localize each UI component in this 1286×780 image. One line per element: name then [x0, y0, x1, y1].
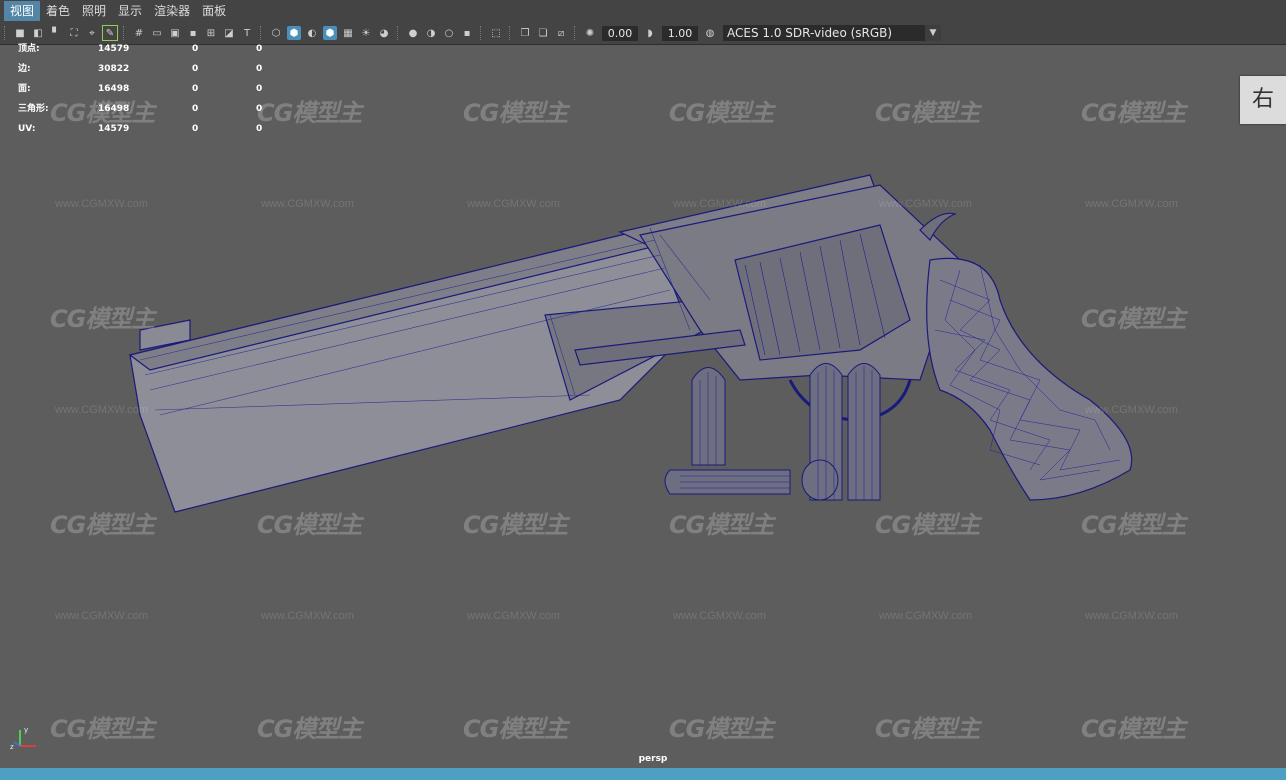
chevron-down-icon[interactable]: ▼: [925, 25, 941, 41]
watermark-logo: CG模型主: [463, 511, 568, 539]
bottom-status-bar: [0, 768, 1286, 780]
perspective-viewport[interactable]: CG模型主 CG模型主 CG模型主 CG模型主 CG模型主 CG模型主 www.…: [0, 45, 1286, 767]
watermark-url: www.CGMXW.com: [55, 610, 148, 622]
watermark-logo: CG模型主: [50, 305, 155, 333]
watermark-logo: CG模型主: [1081, 99, 1186, 127]
film-gate-icon[interactable]: ▭: [150, 26, 164, 40]
grease-pencil-icon[interactable]: ✎: [102, 25, 118, 41]
color-management-icon[interactable]: ◍: [703, 26, 717, 40]
gamma-icon[interactable]: ◗: [643, 26, 657, 40]
default-material-icon[interactable]: ◐: [305, 26, 319, 40]
watermark-url: www.CGMXW.com: [1085, 404, 1178, 416]
exposure-icon[interactable]: ✺: [583, 26, 597, 40]
watermark-url: www.CGMXW.com: [261, 198, 354, 210]
hud-row-vertices: 顶点: 14579 0 0: [18, 44, 263, 54]
watermark-logo: CG模型主: [257, 511, 362, 539]
wireframe-icon[interactable]: ⬡: [269, 26, 283, 40]
watermark-logo: CG模型主: [50, 715, 155, 743]
field-chart-icon[interactable]: ⊞: [204, 26, 218, 40]
watermark-url: www.CGMXW.com: [55, 404, 148, 416]
view-cube[interactable]: 右: [1240, 76, 1286, 124]
textured-icon[interactable]: ▦: [341, 26, 355, 40]
watermark-logo: CG模型主: [1081, 715, 1186, 743]
watermark-logo: CG模型主: [1081, 511, 1186, 539]
wireframe-on-shaded-icon[interactable]: ⬢: [323, 26, 337, 40]
use-all-lights-icon[interactable]: ☀: [359, 26, 373, 40]
isolate-select-icon[interactable]: ⬚: [489, 26, 503, 40]
watermark-url: www.CGMXW.com: [467, 610, 560, 622]
shadows-icon[interactable]: ◕: [377, 26, 391, 40]
menu-lighting[interactable]: 照明: [76, 1, 112, 21]
smooth-shade-icon[interactable]: ⬢: [287, 26, 301, 40]
watermark-logo: CG模型主: [50, 511, 155, 539]
viewport-menu-bar: 视图 着色 照明 显示 渲染器 面板: [0, 0, 1286, 23]
gamma-field[interactable]: 1.00: [662, 25, 698, 41]
xray-joints-icon[interactable]: ⧄: [554, 26, 568, 40]
watermark-url: www.CGMXW.com: [55, 198, 148, 210]
menu-view[interactable]: 视图: [4, 1, 41, 21]
resolution-gate-icon[interactable]: ▣: [168, 26, 182, 40]
watermark-logo: CG模型主: [1081, 305, 1186, 333]
watermark-url: www.CGMXW.com: [879, 198, 972, 210]
watermark-logo: CG模型主: [669, 511, 774, 539]
xray-active-components-icon[interactable]: ❏: [536, 26, 550, 40]
viewport-toolbar: ■ ◧ ▘ ⛶ ⌖ ✎ # ▭ ▣ ▪ ⊞ ◪ T ⬡ ⬢ ◐ ⬢ ▦ ☀ ◕ …: [0, 22, 1286, 45]
toolbar-separator: [574, 26, 577, 40]
select-camera-icon[interactable]: ■: [13, 26, 27, 40]
watermark-logo: CG模型主: [463, 715, 568, 743]
axis-gizmo: y z: [8, 724, 40, 754]
axis-y-label: y: [24, 726, 28, 734]
watermark-logo: CG模型主: [875, 715, 980, 743]
exposure-field[interactable]: 0.00: [602, 25, 638, 41]
motion-blur-icon[interactable]: ◑: [424, 26, 438, 40]
two-d-pan-zoom-icon[interactable]: ⌖: [85, 26, 99, 40]
color-space-dropdown[interactable]: ACES 1.0 SDR-video (sRGB) ▼: [723, 25, 941, 41]
watermark-logo: CG模型主: [669, 715, 774, 743]
watermark-url: www.CGMXW.com: [673, 198, 766, 210]
watermark-url: www.CGMXW.com: [1085, 610, 1178, 622]
watermark-url: www.CGMXW.com: [879, 610, 972, 622]
watermark-url: www.CGMXW.com: [1085, 198, 1178, 210]
menu-show[interactable]: 显示: [112, 1, 148, 21]
poly-count-hud: 顶点: 14579 0 0 边: 30822 0 0 面: 16498 0 0 …: [18, 44, 296, 144]
axis-z-label: z: [10, 743, 14, 750]
watermark-logo: CG模型主: [257, 715, 362, 743]
watermark-url: www.CGMXW.com: [261, 610, 354, 622]
bullet-upright-1: [691, 367, 726, 466]
image-plane-icon[interactable]: ⛶: [67, 26, 81, 40]
toolbar-separator: [397, 26, 400, 40]
xray-icon[interactable]: ❐: [518, 26, 532, 40]
watermark-url: www.CGMXW.com: [467, 198, 560, 210]
camera-name-label: persp: [638, 754, 668, 764]
watermark-url: www.CGMXW.com: [673, 610, 766, 622]
menu-shading[interactable]: 着色: [40, 1, 76, 21]
camera-attributes-icon[interactable]: ◧: [31, 26, 45, 40]
toolbar-separator: [509, 26, 512, 40]
toolbar-separator: [260, 26, 263, 40]
hud-row-uvs: UV: 14579 0 0: [18, 124, 263, 134]
watermark-logo: CG模型主: [875, 511, 980, 539]
hud-row-edges: 边: 30822 0 0: [18, 64, 263, 74]
bullet-base: [801, 459, 839, 501]
menu-renderer[interactable]: 渲染器: [148, 1, 196, 21]
watermark-logo: CG模型主: [875, 99, 980, 127]
color-space-value: ACES 1.0 SDR-video (sRGB): [727, 26, 893, 40]
grid-icon[interactable]: #: [132, 26, 146, 40]
depth-of-field-icon[interactable]: ▪: [460, 26, 474, 40]
safe-title-icon[interactable]: T: [240, 26, 254, 40]
hud-row-triangles: 三角形: 16498 0 0: [18, 104, 263, 114]
screen-space-ao-icon[interactable]: ●: [406, 26, 420, 40]
toolbar-separator: [123, 26, 126, 40]
watermark-logo: CG模型主: [669, 99, 774, 127]
gate-mask-icon[interactable]: ▪: [186, 26, 200, 40]
watermark-logo: CG模型主: [463, 99, 568, 127]
bookmark-icon[interactable]: ▘: [49, 26, 63, 40]
hud-row-faces: 面: 16498 0 0: [18, 84, 263, 94]
safe-action-icon[interactable]: ◪: [222, 26, 236, 40]
toolbar-separator: [4, 26, 7, 40]
menu-panels[interactable]: 面板: [196, 1, 232, 21]
anti-aliasing-icon[interactable]: ○: [442, 26, 456, 40]
toolbar-separator: [480, 26, 483, 40]
